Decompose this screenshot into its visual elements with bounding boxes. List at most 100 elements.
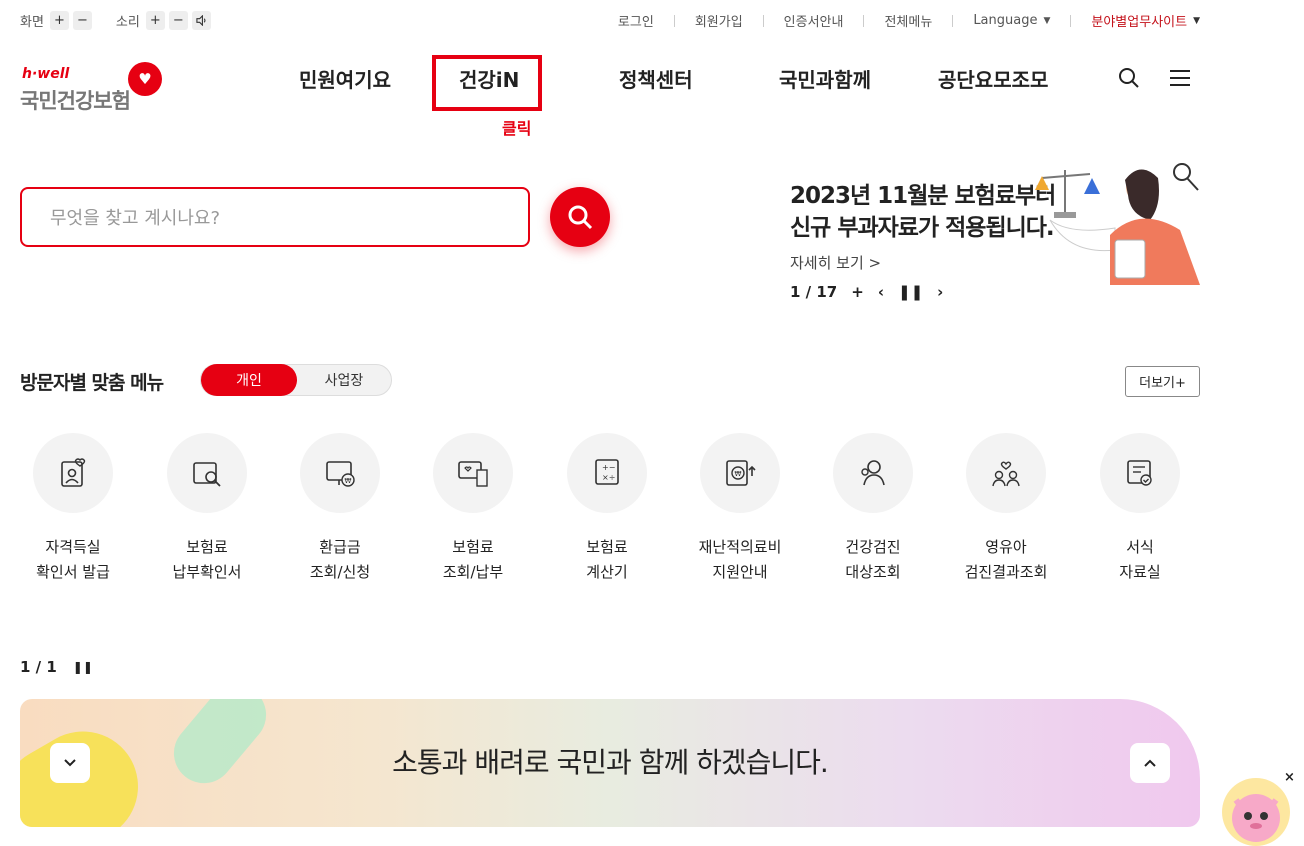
people-search-icon [833,433,913,513]
visitor-menu-title: 방문자별 맞춤 메뉴 [20,372,164,394]
divider [863,14,865,27]
volume-down-button[interactable]: − [168,11,188,30]
quick-menu-label-1: 서식 [1126,538,1154,556]
visitor-type-toggle: 개인 사업장 [200,364,392,396]
login-link[interactable]: 로그인 [618,11,654,30]
id-card-heart-icon [33,433,113,513]
speaker-icon[interactable] [191,11,211,30]
language-label: Language [973,13,1038,28]
book-won-icon: ₩ [700,433,780,513]
banner-controls: 1 / 17 + ‹ ❚❚ › [790,283,957,301]
quick-menu-label-2: 대상조회 [845,563,901,581]
quick-menu-label-1: 보험료 [452,538,494,556]
quick-menu-label-1: 환급금 [319,538,361,556]
quick-menu-label-1: 자격득실 [45,538,101,556]
util-links: 로그인 회원가입 인증서안내 전체메뉴 Language ▼ 분야별업무사이트 … [618,11,1200,30]
quick-menu-label-1: 보험료 [586,538,628,556]
svg-text:₩: ₩ [735,470,742,478]
chevron-down-icon[interactable] [50,743,90,783]
form-document-icon [1100,433,1180,513]
quick-menu-item[interactable]: 건강검진 대상조회 [813,433,933,585]
quick-menu-pager: 1 / 1 ❚❚ [20,658,93,676]
business-sites-label: 분야별업무사이트 [1091,15,1188,30]
zoom-out-button[interactable]: − [72,11,92,30]
hamburger-menu-icon[interactable] [1169,66,1191,94]
divider [673,14,675,27]
monitor-receipt-icon [433,433,513,513]
gnb-item-with-people[interactable]: 국민과함께 [779,64,871,93]
volume-up-button[interactable]: + [145,11,165,30]
quick-menu-item[interactable]: 영유아 검진결과조회 [946,433,1066,585]
mascot-icon [1232,794,1280,842]
chevron-right-icon[interactable]: › [937,283,943,301]
chevron-left-icon[interactable]: ‹ [878,283,884,301]
quick-menu-label-1: 보험료 [186,538,228,556]
quick-menu-item[interactable]: ₩ 환급금 조회/신청 [280,433,400,585]
chevron-up-icon[interactable] [1130,743,1170,783]
woman-with-scale-illustration [1035,163,1200,285]
accessibility-controls: 화면 + − 소리 + − [20,11,235,30]
banner-expand-button[interactable]: + [851,283,864,301]
search-icon[interactable] [1117,66,1141,94]
banner-page-indicator: 1 / 17 [790,283,838,301]
utility-bar: 화면 + − 소리 + − 로그인 회원가입 인증서안내 전체메뉴 Langua… [0,0,1304,42]
calculator-icon: +− ×÷ [567,433,647,513]
click-annotation: 클릭 [502,119,532,138]
gnb-item-policy-center[interactable]: 정책센터 [619,64,693,93]
caret-down-icon: ▼ [1193,15,1200,26]
caret-down-icon: ▼ [1043,15,1051,26]
pause-icon[interactable]: ❚❚ [898,283,923,301]
quick-menu-label-2: 계산기 [586,563,628,581]
sound-label: 소리 [115,15,140,30]
divider [952,14,954,27]
quick-menu-label-2: 조회/신청 [309,563,371,581]
tab-business[interactable]: 사업장 [297,365,391,395]
click-highlight-box [432,55,542,111]
screen-zoom-label: 화면 [20,15,44,30]
more-button[interactable]: 더보기+ [1125,366,1200,397]
svg-text:+−: +− [602,463,615,472]
svg-text:×÷: ×÷ [602,473,615,482]
svg-text:₩: ₩ [345,477,352,485]
screen-zoom-group: 화면 + − [20,11,96,30]
quick-menu-item[interactable]: 자격득실 확인서 발급 [13,433,133,585]
tab-individual[interactable]: 개인 [201,364,297,396]
pause-icon[interactable]: ❚❚ [73,660,93,674]
quick-menu-label-2: 납부확인서 [172,563,242,581]
quick-menu-item[interactable]: ₩ 재난적의료비 지원안내 [680,433,800,585]
quick-menu-label-2: 검진결과조회 [964,563,1048,581]
quick-menu-label-2: 지원안내 [712,563,768,581]
quick-menu-label-2: 자료실 [1119,563,1161,581]
zoom-in-button[interactable]: + [49,11,69,30]
document-search-icon [167,433,247,513]
business-sites-select[interactable]: 분야별업무사이트 ▼ [1091,11,1200,30]
certificate-guide-link[interactable]: 인증서안내 [784,11,844,30]
quick-menu-label-1: 영유아 [985,538,1027,556]
chatbot-mascot-button[interactable] [1222,778,1290,846]
quick-menu-item[interactable]: 보험료 납부확인서 [147,433,267,585]
quick-menu-label-1: 재난적의료비 [698,538,782,556]
gnb-item-civil-service[interactable]: 민원여기요 [299,64,391,93]
search-button[interactable] [550,187,610,247]
all-menu-link[interactable]: 전체메뉴 [884,11,932,30]
quick-menu-item[interactable]: +− ×÷ 보험료 계산기 [547,433,667,585]
quick-menu-label-1: 건강검진 [845,538,901,556]
gnb-menu: 민원여기요 건강iN 정책센터 국민과함께 공단요모조모 [0,64,1304,94]
quick-menu-item[interactable]: 보험료 조회/납부 [413,433,533,585]
language-select[interactable]: Language ▼ [973,13,1050,28]
close-icon[interactable]: × [1284,770,1295,785]
sound-group: 소리 + − [116,11,215,30]
search-icon [568,205,593,230]
main-navigation: h·well 국민건강보험 ♥ 민원여기요 건강iN 정책센터 국민과함께 공단… [0,42,1304,138]
quick-menu-label-2: 조회/납부 [442,563,504,581]
page-indicator: 1 / 1 [20,658,57,676]
gnb-item-about-nhis[interactable]: 공단요모조모 [938,64,1048,93]
monitor-won-icon: ₩ [300,433,380,513]
slogan-text: 소통과 배려로 국민과 함께 하겠습니다. [392,746,829,779]
search-input[interactable]: 무엇을 찾고 계시나요? [20,187,530,247]
slogan-banner: 소통과 배려로 국민과 함께 하겠습니다. [20,699,1200,827]
divider [762,14,764,27]
family-heart-icon [966,433,1046,513]
signup-link[interactable]: 회원가입 [695,11,743,30]
quick-menu-item[interactable]: 서식 자료실 [1080,433,1200,585]
